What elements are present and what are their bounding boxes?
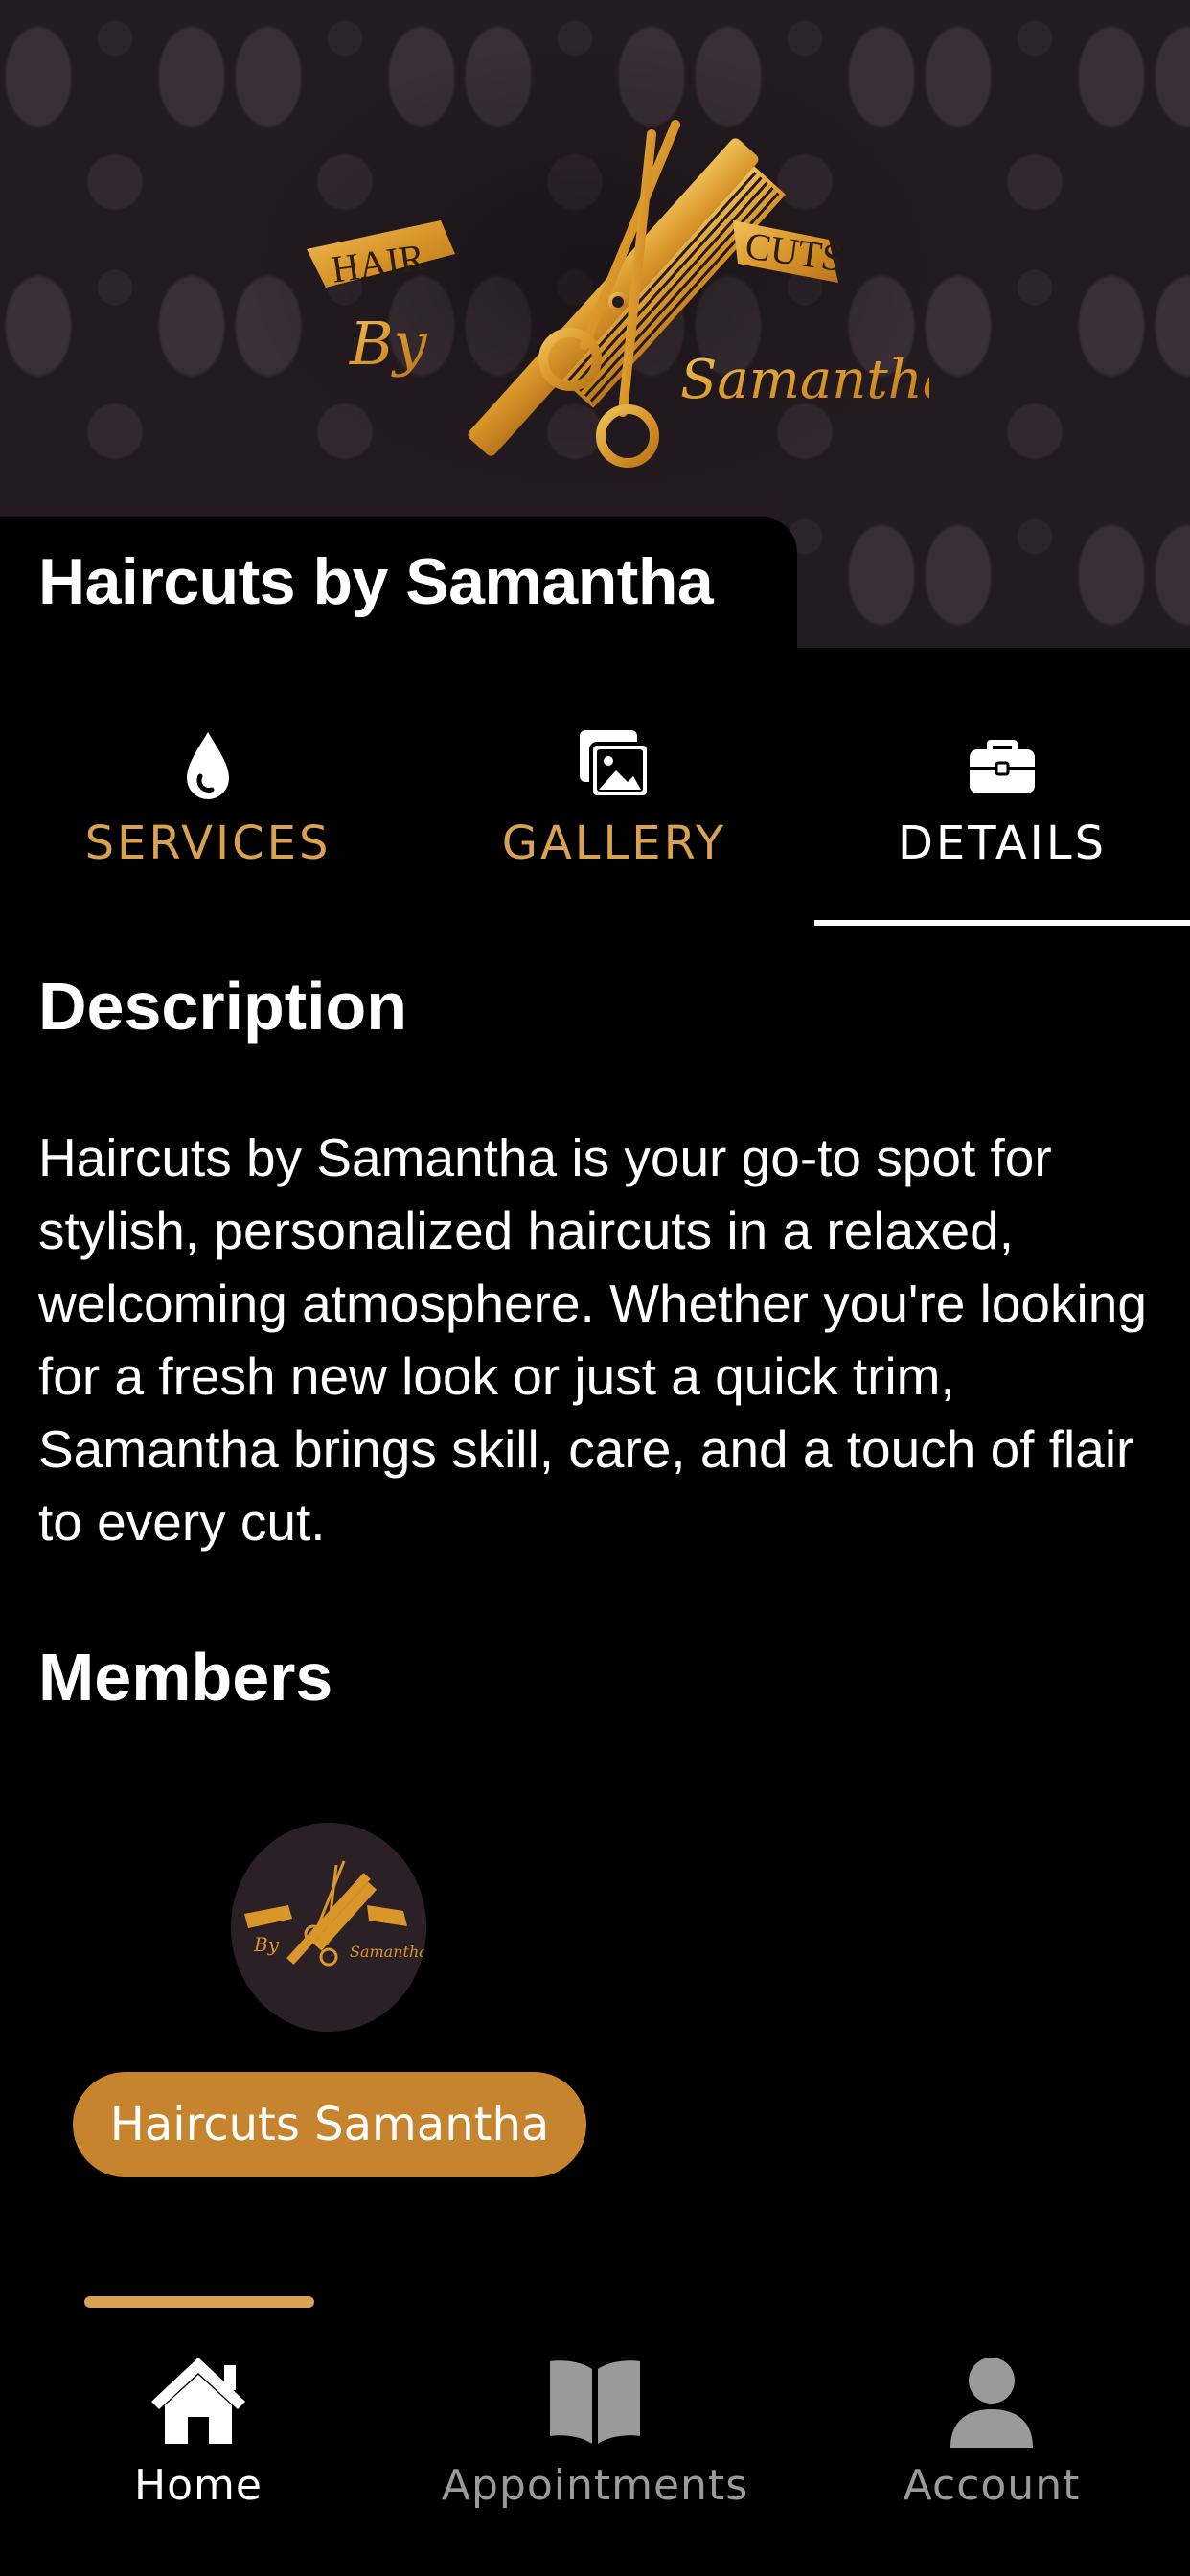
nav-appointments-label: Appointments — [441, 2461, 749, 2510]
tab-bar: SERVICES GALLERY DETAILS — [0, 648, 1190, 926]
svg-text:CUTS: CUTS — [743, 223, 846, 280]
member-name-chip[interactable]: Haircuts Samantha — [73, 2072, 586, 2177]
members-heading: Members — [38, 1640, 333, 1714]
home-icon — [151, 2358, 245, 2444]
person-icon — [950, 2358, 1033, 2448]
nav-home-label: Home — [134, 2461, 263, 2510]
tab-gallery[interactable]: GALLERY — [406, 648, 822, 926]
nav-appointments[interactable]: Appointments — [397, 2338, 793, 2530]
svg-text:Samantha: Samantha — [350, 1943, 426, 1961]
description-heading: Description — [38, 969, 408, 1044]
member-logo-icon: By Samantha — [231, 1823, 426, 2032]
briefcase-icon — [970, 740, 1035, 794]
tab-services-label: SERVICES — [84, 816, 332, 870]
tab-services[interactable]: SERVICES — [0, 648, 416, 926]
nav-account[interactable]: Account — [793, 2338, 1190, 2530]
svg-text:By: By — [253, 1933, 280, 1956]
tab-details-label: DETAILS — [897, 816, 1108, 870]
member-avatar[interactable]: By Samantha — [231, 1823, 426, 2032]
nav-home[interactable]: Home — [0, 2338, 397, 2530]
brand-logo: HAIR CUTS By Samantha — [307, 120, 929, 468]
page-title: Haircuts by Samantha — [38, 545, 714, 618]
image-icon — [580, 730, 651, 799]
tab-gallery-label: GALLERY — [501, 816, 727, 870]
nav-active-indicator — [84, 2296, 314, 2308]
drop-icon — [187, 732, 229, 799]
book-icon — [550, 2360, 640, 2444]
description-text: Haircuts by Samantha is your go-to spot … — [38, 1128, 1147, 1552]
nav-account-label: Account — [903, 2461, 1081, 2510]
active-tab-indicator — [814, 920, 1190, 926]
svg-text:By: By — [349, 309, 428, 379]
tab-details[interactable]: DETAILS — [814, 648, 1190, 926]
svg-text:Samantha: Samantha — [680, 349, 929, 411]
